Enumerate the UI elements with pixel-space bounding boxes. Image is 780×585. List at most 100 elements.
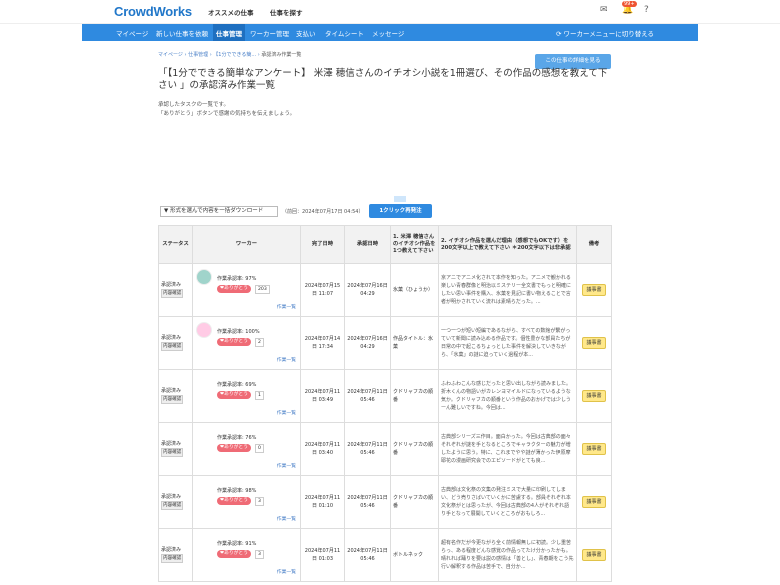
thanks-button[interactable]: ❤ありがとう: [217, 497, 252, 505]
task-list-link[interactable]: 作業一覧: [277, 516, 296, 524]
download-format-select[interactable]: ▼ 形式を選んで内容を一括ダウンロード: [160, 206, 278, 217]
nav-messages[interactable]: メッセージ: [372, 28, 404, 38]
crumb-current: 承認済み作業一覧: [261, 52, 302, 58]
table-row: 承認済み 内容確認 作業承認率: 98% ❤ありがとう 3 作業一覧 2024年07月11日…: [158, 475, 612, 529]
approved-date: 2024年07月11日 05:46: [344, 369, 391, 423]
memo-cell: 議事書: [576, 528, 612, 582]
answer-1: 作品タイトル：氷菓: [390, 316, 439, 370]
answer-1: 氷菓（ひょうか）: [390, 263, 439, 317]
memo-button[interactable]: 議事書: [582, 549, 606, 561]
status-text: 承認済み: [161, 441, 182, 447]
nav-mypage[interactable]: マイページ: [116, 28, 148, 38]
done-date: 2024年07月11日 01:10: [300, 475, 345, 529]
help-icon[interactable]: ?: [644, 5, 649, 15]
table-row: 承認済み 内容確認 作業承認率: 100% ❤ありがとう 2 作業一覧 2024年07月14…: [158, 316, 612, 370]
thanks-button[interactable]: ❤ありがとう: [217, 550, 252, 558]
table-row: 承認済み 内容確認 作業承認率: 91% ❤ありがとう 3 作業一覧 2024年07月11日…: [158, 528, 612, 582]
job-detail-button[interactable]: この仕事の詳細を見る: [535, 54, 611, 69]
done-date: 2024年07月11日 03:49: [300, 369, 345, 423]
th-q2: 2. イチオシ作品を選んだ理由（感想でもOKです）を200文字以上で教えて下さい…: [438, 225, 577, 264]
memo-cell: 議事書: [576, 369, 612, 423]
answer-2: 一つ一つが短い短編であるながら、すべての数館が繋がっていて新聞に読み込める作品で…: [438, 316, 577, 370]
memo-cell: 議事書: [576, 422, 612, 476]
page-title: 「【1分でできる簡単なアンケート】 米澤 穂信さんのイチオシ小説を1冊選び、その…: [158, 68, 608, 91]
thanks-button[interactable]: ❤ありがとう: [217, 338, 252, 346]
avatar[interactable]: [196, 375, 212, 391]
page-description: 承認したタスクの一覧です。 「ありがとう」ボタンで感謝の気持ちを伝えましょう。: [158, 101, 295, 119]
approval-rate: 作業承認率: 91%: [217, 541, 257, 547]
crumb-mypage[interactable]: マイページ: [158, 52, 183, 58]
switch-icon: ⟳: [556, 30, 564, 38]
nav-worker-management[interactable]: ワーカー管理: [250, 28, 289, 38]
task-list-link[interactable]: 作業一覧: [277, 357, 296, 365]
answer-1: クドリャフカの順番: [390, 475, 439, 529]
avatar[interactable]: [196, 534, 212, 550]
approval-rate: 作業承認率: 100%: [217, 329, 260, 335]
th-worker: ワーカー: [192, 225, 301, 264]
approved-date: 2024年07月11日 05:46: [344, 422, 391, 476]
confirm-content-button[interactable]: 内容確認: [161, 395, 184, 404]
avatar[interactable]: [196, 428, 212, 444]
nav-job-management[interactable]: 仕事管理: [216, 28, 242, 38]
thanks-count: 0: [255, 444, 264, 453]
confirm-content-button[interactable]: 内容確認: [161, 342, 184, 351]
memo-button[interactable]: 議事書: [582, 337, 606, 349]
nav-timesheet[interactable]: タイムシート: [325, 28, 364, 38]
memo-button[interactable]: 議事書: [582, 390, 606, 402]
memo-button[interactable]: 議事書: [582, 443, 606, 455]
main-nav: マイページ 新しい仕事を依頼 仕事管理 ワーカー管理 支払い タイムシート メッ…: [82, 24, 698, 41]
nav-new-job[interactable]: 新しい仕事を依頼: [156, 28, 208, 38]
thanks-button[interactable]: ❤ありがとう: [217, 391, 252, 399]
thanks-button[interactable]: ❤ありがとう: [217, 285, 252, 293]
find-jobs-link[interactable]: 仕事を探す: [270, 7, 303, 17]
task-list-link[interactable]: 作業一覧: [277, 569, 296, 577]
task-list-link[interactable]: 作業一覧: [277, 463, 296, 471]
answer-2: 古典部シリーズ三作目。面白かった。今回は古典部の面々それぞれが謎を手となるところ…: [438, 422, 577, 476]
avatar[interactable]: [196, 322, 212, 338]
desc-line-1: 承認したタスクの一覧です。: [158, 102, 229, 108]
approved-date: 2024年07月11日 05:46: [344, 528, 391, 582]
memo-button[interactable]: 議事書: [582, 496, 606, 508]
task-list-link[interactable]: 作業一覧: [277, 410, 296, 418]
status-text: 承認済み: [161, 494, 182, 500]
status-cell: 承認済み 内容確認: [158, 475, 193, 529]
crumb-job-management[interactable]: 仕事管理: [188, 52, 208, 58]
mail-icon[interactable]: ✉: [600, 5, 608, 15]
status-text: 承認済み: [161, 335, 182, 341]
status-cell: 承認済み 内容確認: [158, 263, 193, 317]
done-date: 2024年07月14日 17:34: [300, 316, 345, 370]
crowdworks-logo[interactable]: CrowdWorks: [114, 4, 192, 19]
confirm-content-button[interactable]: 内容確認: [161, 289, 184, 298]
approved-tasks-table: ステータス ワーカー 完了日時 承認日時 1. 米澤 穂信さんのイチオシ作品を1…: [158, 225, 612, 582]
avatar[interactable]: [196, 481, 212, 497]
confirm-content-button[interactable]: 内容確認: [161, 448, 184, 457]
thanks-button[interactable]: ❤ありがとう: [217, 444, 252, 452]
done-date: 2024年07月15日 11:07: [300, 263, 345, 317]
answer-2: 超有名作だが今更ながら全く前情報無しに初読。少し重苦らっ、ある程度どんな感覚の作…: [438, 528, 577, 582]
approval-rate: 作業承認率: 97%: [217, 276, 257, 282]
confirm-content-button[interactable]: 内容確認: [161, 501, 184, 510]
crumb-job[interactable]: 【1分でできる簡...: [213, 52, 256, 58]
table-row: 承認済み 内容確認 作業承認率: 97% ❤ありがとう 203 作業一覧 2024年07月1…: [158, 263, 612, 317]
avatar[interactable]: [196, 269, 212, 285]
memo-cell: 議事書: [576, 263, 612, 317]
status-text: 承認済み: [161, 282, 182, 288]
th-approved: 承認日時: [344, 225, 391, 264]
worker-cell: 作業承認率: 91% ❤ありがとう 3 作業一覧: [192, 528, 301, 582]
top-bar: CrowdWorks オススメの仕事 仕事を探す ✉ 🔔 99+ ?: [0, 0, 780, 24]
approval-rate: 作業承認率: 76%: [217, 435, 257, 441]
task-list-link[interactable]: 作業一覧: [277, 304, 296, 312]
confirm-content-button[interactable]: 内容確認: [161, 554, 184, 563]
one-click-reorder-button[interactable]: 1クリック再発注: [369, 204, 432, 218]
nav-switch-worker-menu[interactable]: ⟳ ワーカーメニューに切り替える: [556, 28, 654, 38]
desc-line-2: 「ありがとう」ボタンで感謝の気持ちを伝えましょう。: [158, 111, 296, 117]
worker-cell: 作業承認率: 100% ❤ありがとう 2 作業一覧: [192, 316, 301, 370]
answer-2: ふわふわこんな感じだったと思い出しながら読みました。折木くんの物語いがカレンヨマ…: [438, 369, 577, 423]
th-memo: 備考: [576, 225, 612, 264]
recommended-jobs-link[interactable]: オススメの仕事: [208, 7, 254, 17]
memo-button[interactable]: 議事書: [582, 284, 606, 296]
nav-payment[interactable]: 支払い: [296, 28, 316, 38]
status-text: 承認済み: [161, 388, 182, 394]
th-q1: 1. 米澤 穂信さんのイチオシ作品を1つ教えて下さい: [390, 225, 439, 264]
answer-2: 古典部は文化祭の文集の発注ミスで大量に印刷してしまい、どう売りさばいていくかに苦…: [438, 475, 577, 529]
